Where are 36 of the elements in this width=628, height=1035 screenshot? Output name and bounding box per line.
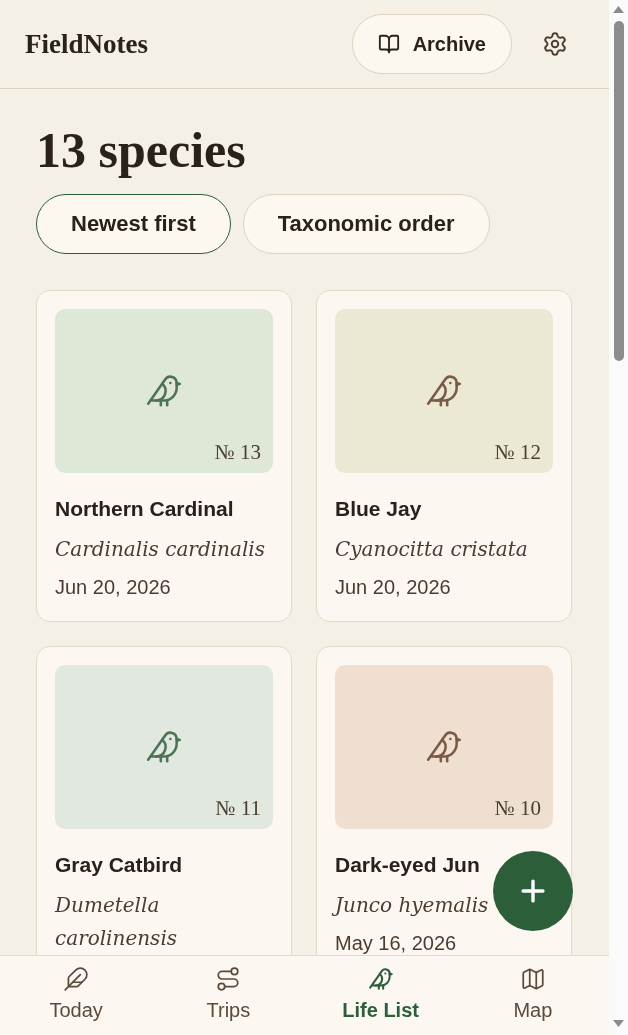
feather-icon xyxy=(63,966,90,992)
species-card[interactable]: № 13 Northern Cardinal Cardinalis cardinalis Jun 20, 2026 xyxy=(36,290,292,622)
scrollbar-thumb[interactable] xyxy=(613,21,624,361)
nav-tab[interactable]: Life List xyxy=(304,956,457,1035)
book-icon xyxy=(377,33,400,55)
species-name: Blue Jay xyxy=(335,496,422,522)
species-number: № 12 xyxy=(494,440,541,464)
sort-option[interactable]: Taxonomic order xyxy=(242,194,490,254)
species-number: № 13 xyxy=(214,440,261,464)
species-name: Gray Catbird xyxy=(55,852,183,878)
settings-icon[interactable] xyxy=(542,31,568,57)
scientific-name: Cardinalis cardinalis xyxy=(55,536,265,563)
species-card[interactable]: № 12 Blue Jay Cyanocitta cristata Jun 20, 2026 xyxy=(316,290,572,622)
species-count-heading: 13 species xyxy=(36,122,246,178)
scroll-up-icon[interactable] xyxy=(613,6,624,13)
species-number: № 10 xyxy=(494,796,541,820)
sighting-date: May 16, 2026 xyxy=(335,931,457,955)
species-name: Dark-eyed Jun xyxy=(335,852,480,878)
sighting-date: Jun 20, 2026 xyxy=(55,575,171,600)
scientific-name: Dumetella carolinensis xyxy=(55,892,179,952)
sort-option[interactable]: Newest first xyxy=(36,194,231,254)
species-name: Northern Cardinal xyxy=(55,496,234,522)
nav-tab[interactable]: Map xyxy=(456,956,609,1035)
species-number: № 11 xyxy=(215,796,261,820)
nav-tab[interactable]: Trips xyxy=(152,956,305,1035)
route-icon xyxy=(215,966,242,992)
sighting-date: Jun 20, 2026 xyxy=(335,575,451,600)
nav-tab[interactable]: Today xyxy=(0,956,153,1035)
map-icon xyxy=(519,966,546,992)
app-logo: FieldNotes xyxy=(25,28,148,61)
species-card[interactable]: № 11 Gray Catbird Dumetella carolinensis xyxy=(36,646,292,955)
species-card[interactable]: № 10 Dark-eyed Jun Junco hyemalis May 16, 2026 xyxy=(316,646,572,955)
scroll-down-icon[interactable] xyxy=(613,1020,624,1027)
bird-icon xyxy=(367,966,394,992)
scientific-name: Cyanocitta cristata xyxy=(335,536,528,563)
archive-button[interactable]: Archive xyxy=(351,14,512,74)
